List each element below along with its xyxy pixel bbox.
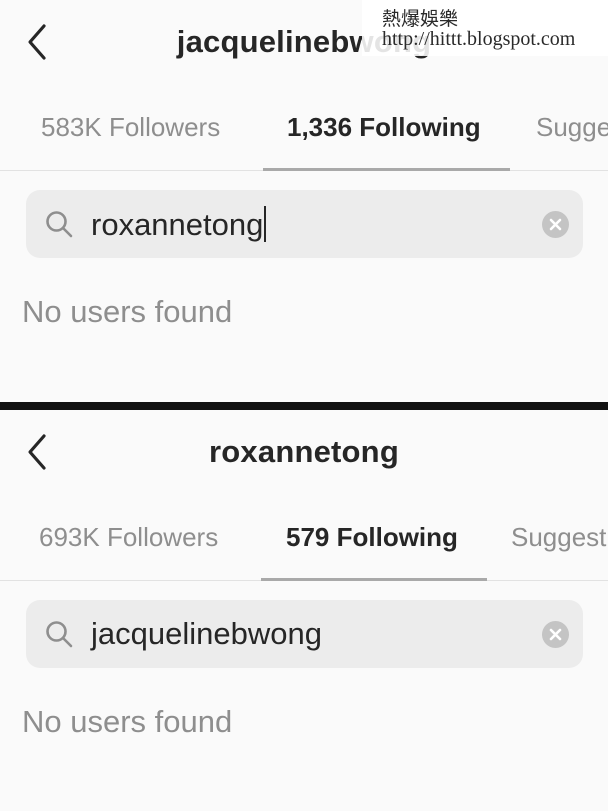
watermark: 熱爆娛樂 http://hittt.blogspot.com [362,0,608,56]
search-input[interactable]: jacquelinebwong [91,616,322,652]
tab-following[interactable]: 1,336 Following [287,112,481,143]
clear-search-icon[interactable] [542,621,569,648]
tab-following[interactable]: 579 Following [286,522,458,553]
profile-header: roxannetong [0,410,608,498]
tab-followers[interactable]: 693K Followers [39,522,218,553]
follow-tabs: 583K Followers 1,336 Following Sugge [0,100,608,171]
search-icon [46,211,73,238]
watermark-url: http://hittt.blogspot.com [382,28,576,50]
search-icon [46,621,73,648]
search-input-value: roxannetong [91,207,264,242]
watermark-site-name: 熱爆娛樂 [382,8,459,30]
tab-suggested[interactable]: Sugge [536,112,608,143]
text-caret [264,206,267,242]
empty-results-message: No users found [22,294,233,329]
screenshot-divider [0,402,608,410]
following-screen-jacquelinebwong: jacquelinebwong 583K Followers 1,336 Fol… [0,0,608,402]
clear-search-icon[interactable] [542,211,569,238]
page-title: roxannetong [209,434,399,469]
following-screen-roxannetong: roxannetong 693K Followers 579 Following… [0,410,608,811]
active-tab-indicator [263,168,510,171]
empty-results-message: No users found [22,704,233,739]
follow-tabs: 693K Followers 579 Following Suggest [0,510,608,581]
tab-followers[interactable]: 583K Followers [41,112,220,143]
active-tab-indicator [261,578,487,581]
search-field[interactable]: roxannetong [26,190,583,258]
tab-suggested[interactable]: Suggest [511,522,606,553]
search-field[interactable]: jacquelinebwong [26,600,583,668]
search-input[interactable]: roxannetong [91,206,267,243]
